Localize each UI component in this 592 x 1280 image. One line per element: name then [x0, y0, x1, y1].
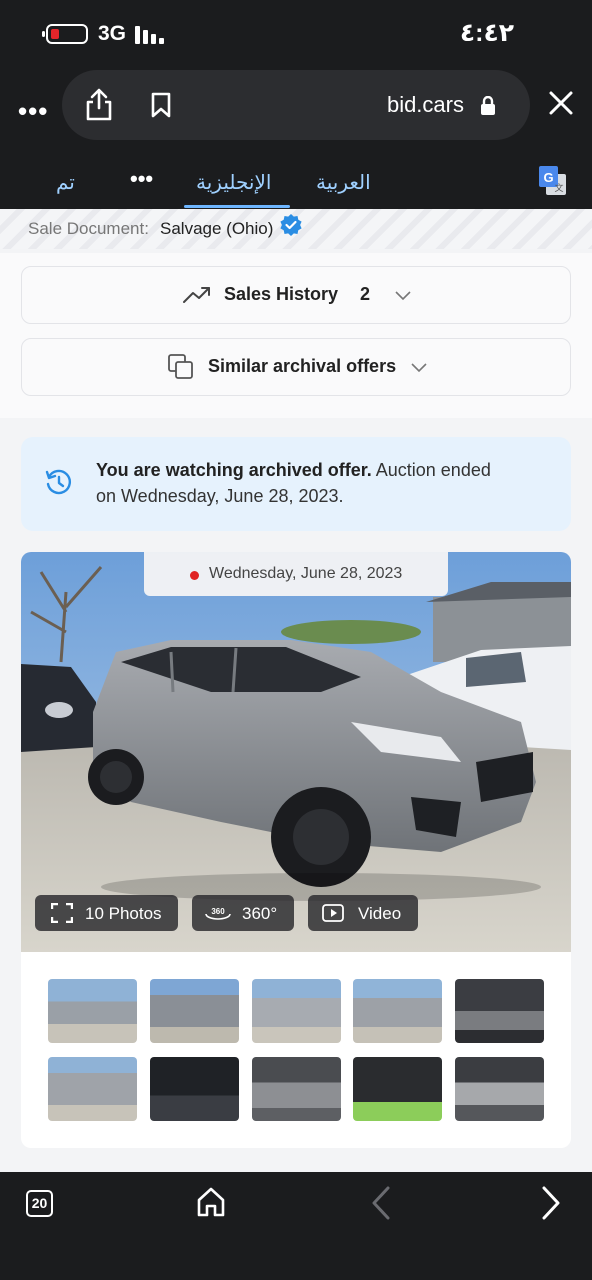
translate-tab-english[interactable]: الإنجليزية	[196, 170, 271, 195]
browser-bar: ••• bid.cars	[0, 66, 592, 156]
forward-arrow-icon[interactable]	[540, 1186, 562, 1220]
fullscreen-icon	[51, 903, 73, 923]
sales-history-count: 2	[360, 284, 371, 304]
tabs-button[interactable]: 20	[26, 1190, 53, 1217]
view-360-icon: 360	[205, 907, 231, 920]
svg-text:360: 360	[211, 907, 225, 916]
translate-tab-arabic[interactable]: العربية	[316, 170, 371, 195]
google-translate-icon[interactable]: G 文	[538, 165, 568, 197]
thumbnail[interactable]	[353, 979, 442, 1043]
translate-done-button[interactable]: تم	[56, 170, 75, 195]
active-tab-indicator	[184, 205, 290, 208]
page-content: Sale Document: Salvage (Ohio) Sales Hist…	[0, 209, 592, 1172]
thumbnail[interactable]	[150, 1057, 239, 1121]
sales-history-button[interactable]: Sales History 2	[21, 266, 571, 324]
thumbnail[interactable]	[252, 979, 341, 1043]
lock-icon	[481, 96, 495, 115]
trending-up-icon	[183, 287, 210, 303]
sales-history-label: Sales History	[224, 284, 339, 304]
svg-text:文: 文	[554, 182, 563, 194]
url-text[interactable]: bid.cars	[387, 92, 464, 118]
video-button[interactable]: Video	[308, 895, 418, 931]
photo-gallery: Wednesday, June 28, 2023 10 Photos 360 3…	[21, 552, 571, 1148]
notice-bold: You are watching archived offer.	[96, 460, 372, 480]
translate-more-button[interactable]: •••	[130, 166, 153, 192]
sale-document-label: Sale Document:	[28, 219, 149, 238]
auction-date-tag: Wednesday, June 28, 2023	[144, 552, 448, 596]
translate-bar: تم ••• الإنجليزية العربية G 文	[0, 156, 592, 209]
signal-icon	[135, 24, 167, 44]
photos-button[interactable]: 10 Photos	[35, 895, 178, 931]
svg-text:G: G	[543, 170, 553, 185]
more-dots-icon[interactable]: •••	[18, 96, 48, 127]
sale-document-value: Salvage (Ohio)	[160, 219, 274, 238]
chevron-down-icon	[395, 291, 411, 301]
status-bar: 3G ٤:٤٢	[0, 0, 592, 66]
auction-date: Wednesday, June 28, 2023	[209, 565, 403, 582]
video-icon	[322, 904, 344, 922]
video-label: Video	[358, 904, 402, 923]
thumbnail[interactable]	[455, 1057, 544, 1121]
photos-label: 10 Photos	[85, 904, 162, 923]
home-icon[interactable]	[196, 1186, 226, 1218]
status-dot-icon	[190, 571, 199, 580]
share-icon[interactable]	[84, 87, 114, 121]
thumbnail[interactable]	[455, 979, 544, 1043]
similar-offers-button[interactable]: Similar archival offers	[21, 338, 571, 396]
thumbnail[interactable]	[48, 1057, 137, 1121]
thumbnail[interactable]	[353, 1057, 442, 1121]
copy-icon	[168, 354, 193, 379]
close-icon[interactable]	[548, 90, 574, 116]
verified-badge-icon	[280, 214, 302, 236]
history-icon	[45, 469, 72, 495]
history-panel: Sales History 2 Similar archival offers	[0, 253, 592, 418]
back-arrow-icon[interactable]	[370, 1186, 392, 1220]
notice-text: You are watching archived offer. Auction…	[96, 457, 506, 509]
battery-icon	[42, 24, 88, 44]
thumbnail[interactable]	[252, 1057, 341, 1121]
address-bar[interactable]: bid.cars	[62, 70, 530, 140]
car-photo-image[interactable]	[21, 552, 571, 952]
archived-notice: You are watching archived offer. Auction…	[21, 437, 571, 531]
status-time: ٤:٤٢	[459, 19, 514, 47]
view-360-button[interactable]: 360 360°	[192, 895, 294, 931]
network-type: 3G	[98, 22, 127, 45]
thumbnail[interactable]	[48, 979, 137, 1043]
view-360-label: 360°	[242, 904, 278, 923]
chevron-down-icon	[411, 363, 427, 373]
similar-offers-label: Similar archival offers	[208, 356, 397, 376]
thumbnail[interactable]	[150, 979, 239, 1043]
main-photo[interactable]: Wednesday, June 28, 2023 10 Photos 360 3…	[21, 552, 571, 952]
bookmark-icon[interactable]	[150, 92, 172, 118]
browser-toolbar: 20	[0, 1172, 592, 1280]
